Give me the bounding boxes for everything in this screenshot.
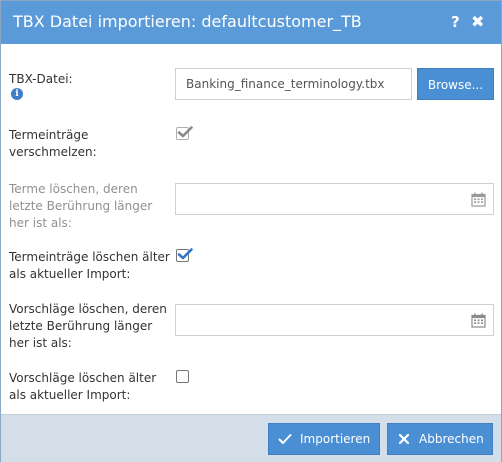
delete-proposals-age-label-line2: letzte Berührung länger [9, 319, 153, 333]
info-icon[interactable]: i [11, 88, 23, 100]
delete-terms-import-checkbox[interactable] [176, 248, 193, 262]
delete-proposals-date-input[interactable] [175, 304, 494, 336]
delete-proposals-import-label: Vorschläge löschen älter als aktueller I… [9, 370, 156, 404]
dialog-titlebar[interactable]: TBX Datei importieren: defaultcustomer_T… [1, 1, 501, 44]
delete-terms-age-label-line1: Terme löschen, deren [9, 182, 138, 196]
close-icon[interactable]: ✖ [471, 13, 484, 31]
delete-proposals-age-label-line3: her ist als: [9, 336, 72, 350]
delete-terms-import-label-line1: Termeinträge löschen älter [9, 250, 170, 264]
merge-terms-checkbox[interactable] [176, 126, 193, 140]
delete-terms-import-label: Termeinträge löschen älter als aktueller… [9, 249, 170, 283]
delete-terms-date-input[interactable] [175, 183, 494, 215]
cancel-button-label: Abbrechen [419, 432, 484, 446]
import-button-label: Importieren [300, 432, 371, 446]
merge-terms-label-line1: Termeinträge [9, 128, 89, 142]
delete-proposals-age-label-line1: Vorschläge löschen, deren [9, 302, 167, 316]
tbx-file-input[interactable]: Banking_finance_terminology.tbx [175, 68, 412, 100]
delete-terms-age-label: Terme löschen, deren letzte Berührung lä… [9, 181, 152, 232]
import-dialog: TBX Datei importieren: defaultcustomer_T… [0, 0, 502, 462]
delete-proposals-age-label: Vorschläge löschen, deren letzte Berühru… [9, 301, 167, 352]
merge-terms-label-line2: verschmelzen: [9, 145, 97, 159]
delete-proposals-import-label-line2: als aktueller Import: [9, 388, 131, 402]
cancel-button[interactable]: Abbrechen [387, 423, 493, 455]
checkmark-icon [177, 126, 193, 138]
calendar-icon[interactable] [471, 313, 486, 328]
delete-terms-import-label-line2: als aktueller Import: [9, 267, 131, 281]
dialog-footer: Importieren Abbrechen [1, 414, 501, 462]
delete-terms-age-label-line2: letzte Berührung länger [9, 199, 153, 213]
tbx-file-label: TBX-Datei: [9, 71, 73, 88]
checkmark-icon [177, 248, 193, 260]
delete-proposals-import-label-line1: Vorschläge löschen älter [9, 371, 157, 385]
delete-terms-age-label-line3: her ist als: [9, 216, 72, 230]
calendar-icon[interactable] [471, 192, 486, 207]
import-button[interactable]: Importieren [268, 423, 380, 455]
dialog-title: TBX Datei importieren: defaultcustomer_T… [13, 12, 362, 31]
delete-proposals-import-checkbox[interactable] [176, 370, 189, 383]
browse-button[interactable]: Browse... [417, 68, 494, 100]
check-icon [278, 434, 292, 444]
help-icon[interactable]: ? [451, 13, 460, 31]
tbx-file-label-text: TBX-Datei: [9, 72, 73, 86]
merge-terms-label: Termeinträge verschmelzen: [9, 127, 97, 161]
close-x-icon [398, 433, 410, 445]
